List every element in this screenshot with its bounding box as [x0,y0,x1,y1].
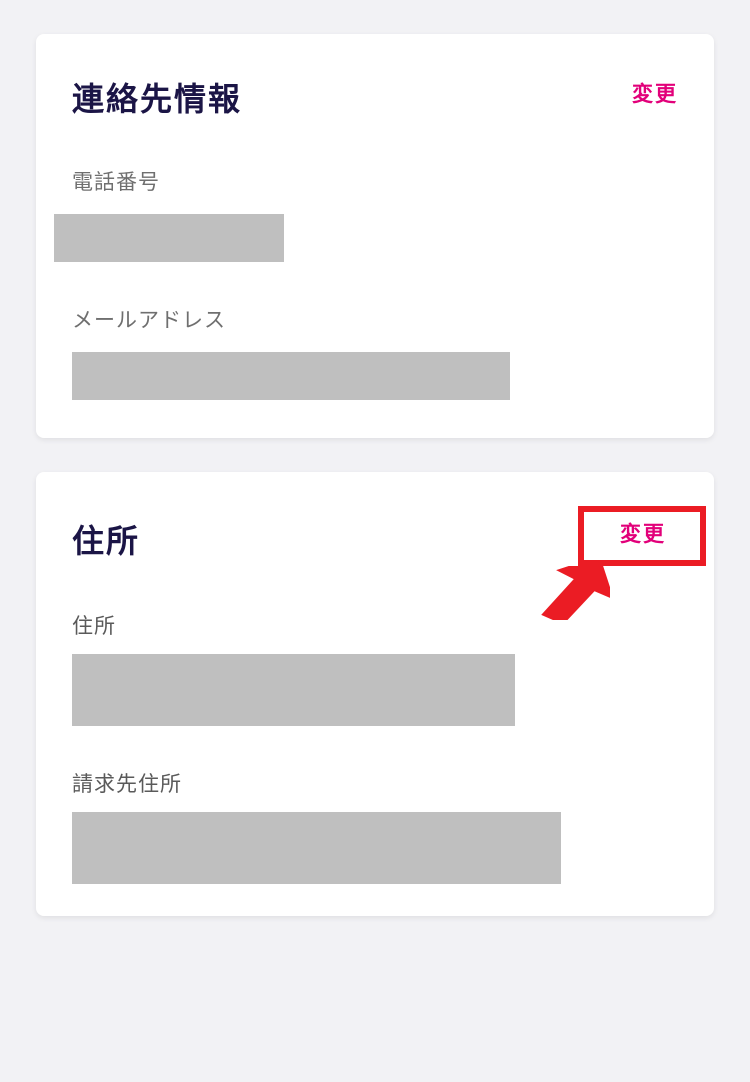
address-card-header: 住所 変更 [72,516,692,562]
address-label: 住所 [72,610,692,640]
address-field: 住所 [72,610,692,726]
address-value-redacted [72,654,515,726]
email-field: メールアドレス [72,304,692,400]
billing-value-redacted [72,812,561,884]
email-value-redacted [72,352,510,400]
billing-address-field: 請求先住所 [72,768,692,884]
contact-card-header: 連絡先情報 変更 [72,74,692,120]
address-title: 住所 [72,516,140,562]
email-label: メールアドレス [72,304,692,334]
phone-field: 電話番号 [72,166,692,262]
address-change-button[interactable]: 変更 [620,516,692,548]
contact-change-button[interactable]: 変更 [632,74,692,108]
phone-value-redacted [54,214,284,262]
phone-label: 電話番号 [72,166,692,196]
billing-label: 請求先住所 [72,768,692,798]
address-card: 住所 変更 住所 請求先住所 [36,472,714,916]
contact-info-card: 連絡先情報 変更 電話番号 メールアドレス [36,34,714,438]
contact-title: 連絡先情報 [72,74,242,120]
